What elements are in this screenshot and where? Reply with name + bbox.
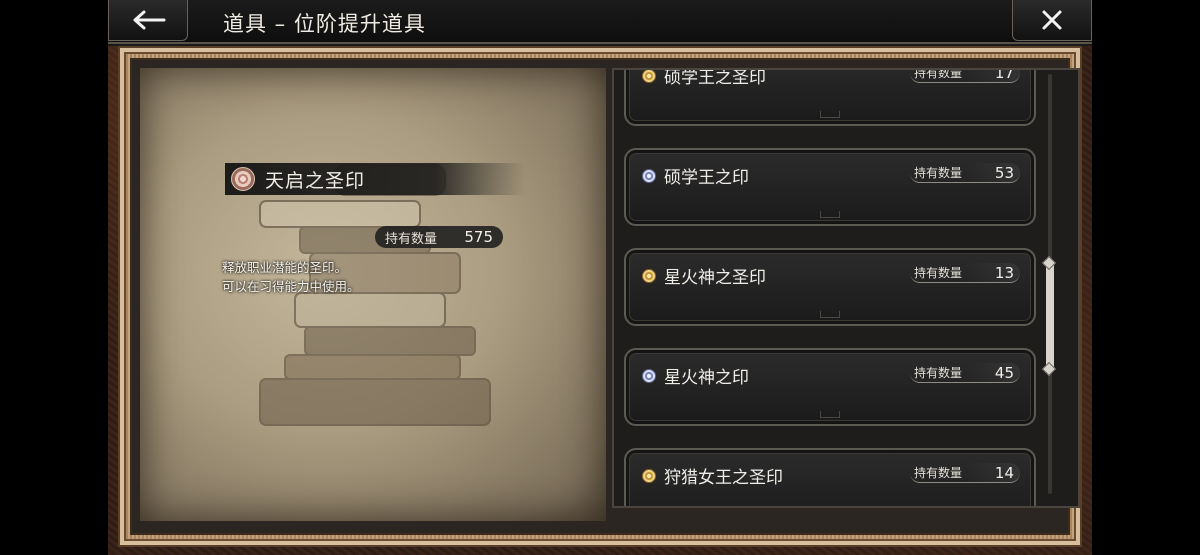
gold-seal-icon xyxy=(642,70,656,83)
list-item-name: 狩猎女王之圣印 xyxy=(664,468,783,488)
list-item[interactable]: 狩猎女王之圣印 持有数量 14 xyxy=(624,448,1036,506)
game-screen: 道具 – 位阶提升道具 天启之圣印 持有数量 575 释放职业潜能的圣印。 可以… xyxy=(108,0,1092,555)
qty-label: 持有数量 xyxy=(914,166,963,180)
right-letterbox xyxy=(1092,0,1200,555)
silver-seal-icon xyxy=(642,369,656,383)
qty-value: 13 xyxy=(994,263,1014,282)
description-line: 释放职业潜能的圣印。 xyxy=(222,260,348,275)
list-item-qty: 持有数量 13 xyxy=(910,263,1020,283)
panel: 天启之圣印 持有数量 575 释放职业潜能的圣印。 可以在习得能力中使用。 硕学… xyxy=(130,58,1080,535)
qty-label: 持有数量 xyxy=(914,68,963,80)
item-name: 天启之圣印 xyxy=(265,169,366,192)
list-item[interactable]: 硕学王之圣印 持有数量 17 xyxy=(624,68,1036,126)
left-letterbox xyxy=(0,0,108,555)
card-ornament xyxy=(820,311,840,318)
owned-value: 575 xyxy=(464,228,493,246)
silver-seal-icon xyxy=(642,169,656,183)
list-item-name: 星火神之圣印 xyxy=(664,268,766,288)
owned-label: 持有数量 xyxy=(385,231,438,247)
close-icon xyxy=(1042,10,1062,30)
list-item-qty: 持有数量 53 xyxy=(910,163,1020,183)
list-item[interactable]: 星火神之印 持有数量 45 xyxy=(624,348,1036,426)
close-button[interactable] xyxy=(1012,0,1092,41)
qty-label: 持有数量 xyxy=(914,366,963,380)
back-button[interactable] xyxy=(108,0,188,41)
card-ornament xyxy=(820,411,840,418)
qty-value: 45 xyxy=(994,363,1014,382)
top-bar: 道具 – 位阶提升道具 xyxy=(108,0,1092,44)
list-item[interactable]: 硕学王之印 持有数量 53 xyxy=(624,148,1036,226)
card-ornament xyxy=(820,111,840,118)
book-stack-illustration xyxy=(259,164,491,426)
list-item[interactable]: 星火神之圣印 持有数量 13 xyxy=(624,248,1036,326)
item-description: 释放职业潜能的圣印。 可以在习得能力中使用。 xyxy=(222,258,360,296)
gold-seal-icon xyxy=(642,269,656,283)
list-item-name: 硕学王之印 xyxy=(664,168,749,188)
qty-value: 53 xyxy=(994,163,1014,182)
scrollbar-thumb[interactable] xyxy=(1046,264,1054,368)
ornate-frame: 天启之圣印 持有数量 575 释放职业潜能的圣印。 可以在习得能力中使用。 硕学… xyxy=(118,46,1082,547)
back-arrow-icon xyxy=(133,10,166,30)
qty-label: 持有数量 xyxy=(914,266,963,280)
qty-value: 17 xyxy=(994,68,1014,82)
list-item-qty: 持有数量 45 xyxy=(910,363,1020,383)
list-item-name: 星火神之印 xyxy=(664,368,749,388)
list-item-qty: 持有数量 14 xyxy=(910,463,1020,483)
item-title-bar: 天启之圣印 xyxy=(225,163,525,195)
page-title: 道具 – 位阶提升道具 xyxy=(223,12,426,36)
item-list[interactable]: 硕学王之圣印 持有数量 17 硕学王之印 持有数量 53 星火神之圣印 持有数量… xyxy=(612,68,1080,508)
qty-value: 14 xyxy=(994,463,1014,482)
description-line: 可以在习得能力中使用。 xyxy=(222,279,360,294)
list-item-name: 硕学王之圣印 xyxy=(664,68,766,88)
seal-medal-icon xyxy=(231,167,255,191)
card-ornament xyxy=(820,211,840,218)
gold-seal-icon xyxy=(642,469,656,483)
item-detail-panel: 天启之圣印 持有数量 575 释放职业潜能的圣印。 可以在习得能力中使用。 xyxy=(140,68,606,521)
qty-label: 持有数量 xyxy=(914,466,963,480)
list-item-qty: 持有数量 17 xyxy=(910,68,1020,83)
owned-count-badge: 持有数量 575 xyxy=(375,226,503,248)
